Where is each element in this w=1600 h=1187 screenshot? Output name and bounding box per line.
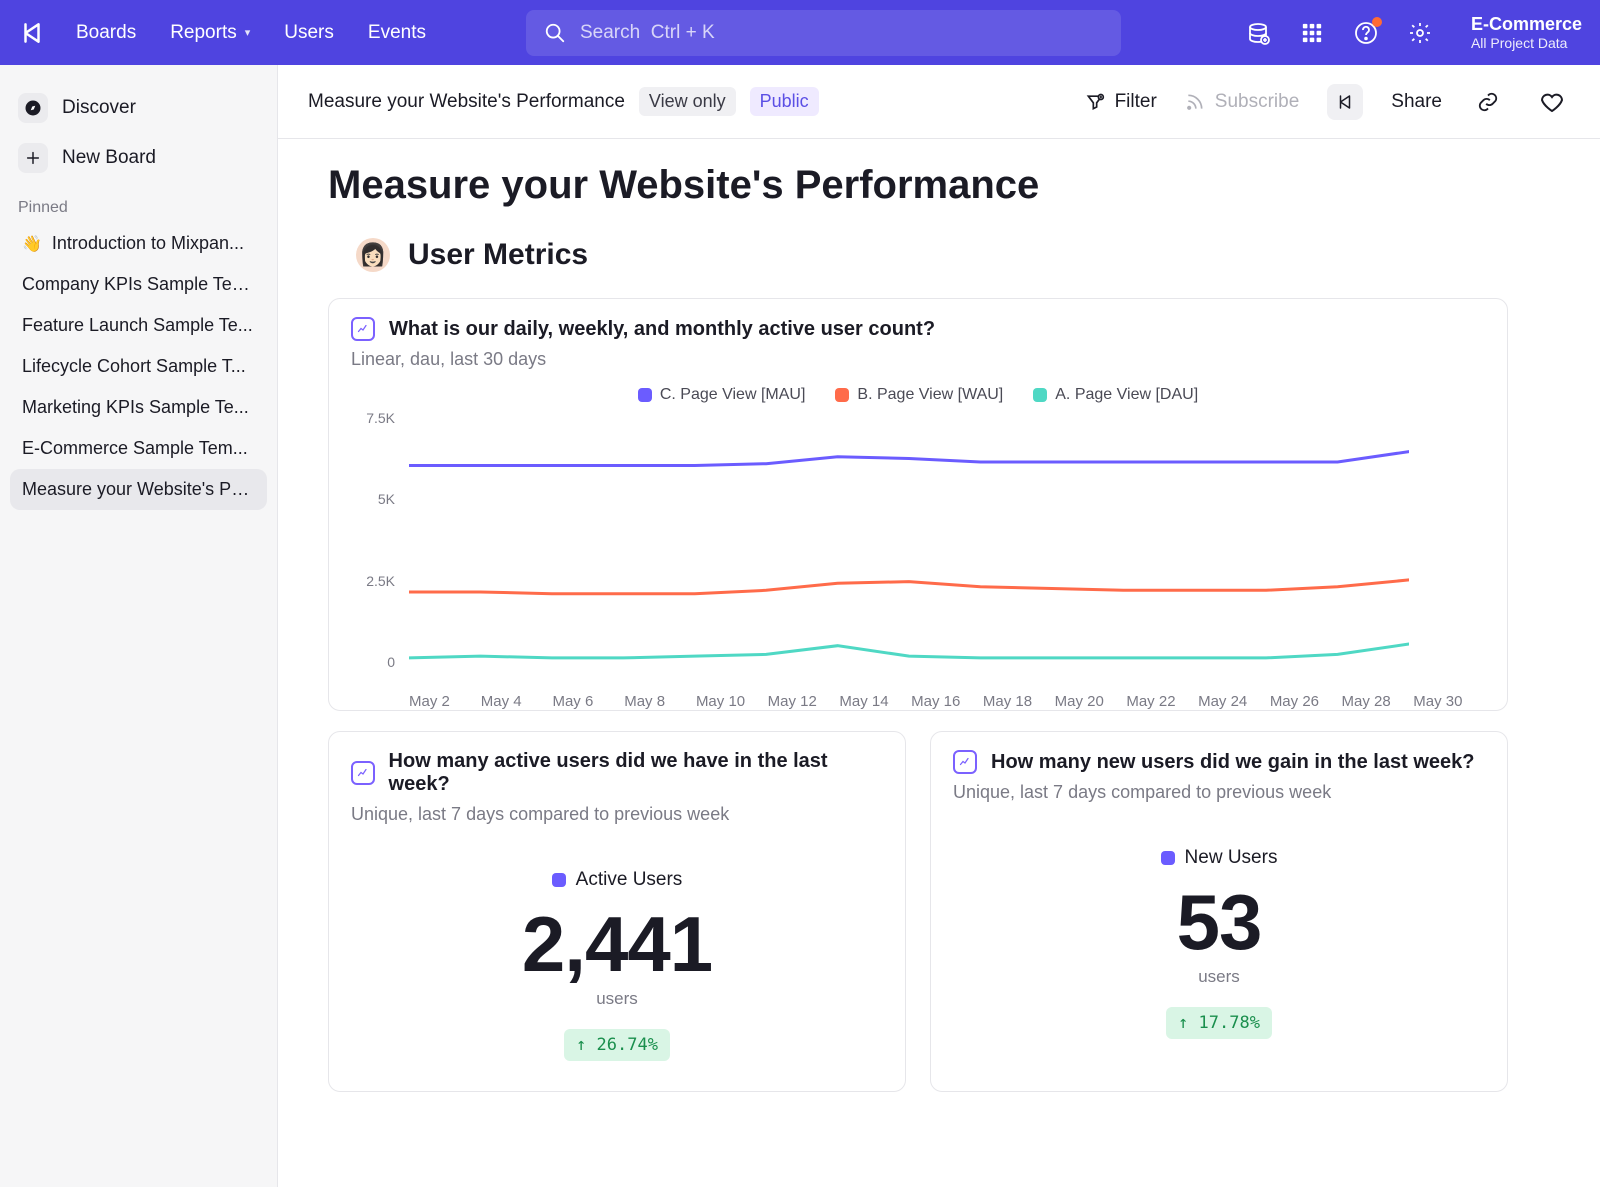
nav-links: Boards Reports ▾ Users Events (76, 22, 426, 44)
sidebar-item[interactable]: Measure your Website's Pe... (10, 469, 267, 510)
subscribe-label: Subscribe (1215, 91, 1300, 113)
search-icon (544, 22, 566, 44)
sidebar-item[interactable]: 👋Introduction to Mixpan... (10, 223, 267, 264)
nav-reports[interactable]: Reports ▾ (170, 22, 250, 44)
pinned-header: Pinned (10, 183, 267, 223)
chart-area: 7.5K5K2.5K0 May 2May 4May 6May 8May 10Ma… (329, 410, 1507, 710)
wave-icon: 👋 (22, 234, 42, 254)
top-nav: Boards Reports ▾ Users Events E-Commerce… (0, 0, 1600, 65)
legend-swatch (1033, 388, 1047, 402)
rss-icon (1185, 92, 1205, 112)
favorite-button[interactable] (1534, 84, 1570, 120)
link-icon (1477, 91, 1499, 113)
line-plot (409, 410, 1409, 670)
card-active-users-chart[interactable]: What is our daily, weekly, and monthly a… (328, 298, 1508, 711)
metric-value: 53 (941, 883, 1497, 961)
chart-icon (953, 750, 977, 774)
chart-icon (351, 761, 375, 785)
section-title: User Metrics (408, 238, 588, 272)
public-badge[interactable]: Public (750, 87, 819, 116)
card-title: How many new users did we gain in the la… (991, 751, 1474, 774)
y-axis-labels: 7.5K5K2.5K0 (343, 410, 395, 670)
project-name: E-Commerce (1471, 14, 1582, 35)
legend-label: A. Page View [DAU] (1055, 386, 1198, 404)
database-icon[interactable] (1245, 20, 1271, 46)
filter-icon (1085, 92, 1105, 112)
sidebar-item[interactable]: Marketing KPIs Sample Te... (10, 387, 267, 428)
search-bar[interactable] (526, 10, 1121, 56)
apps-grid-icon[interactable] (1299, 20, 1325, 46)
breadcrumb-title: Measure your Website's Performance (308, 91, 625, 113)
metric-label-text: Active Users (576, 869, 683, 891)
share-label: Share (1391, 91, 1442, 113)
logo-chip-button[interactable] (1327, 84, 1363, 120)
main-area: Measure your Website's Performance View … (278, 65, 1600, 1187)
card-title: How many active users did we have in the… (389, 750, 883, 796)
content: Measure your Website's Performance 👩🏻 Us… (278, 139, 1558, 1172)
card-new-users-metric[interactable]: How many new users did we gain in the la… (930, 731, 1508, 1092)
card-subtitle: Unique, last 7 days compared to previous… (351, 804, 883, 825)
legend-swatch (1161, 851, 1175, 865)
metric-value: 2,441 (339, 905, 895, 983)
share-button[interactable]: Share (1391, 91, 1442, 113)
sidebar: Discover New Board Pinned 👋Introduction … (0, 65, 278, 1187)
section-header: 👩🏻 User Metrics (356, 238, 1508, 272)
legend-label: C. Page View [MAU] (660, 386, 806, 404)
sidebar-new-board[interactable]: New Board (10, 133, 267, 183)
page-bar: Measure your Website's Performance View … (278, 65, 1600, 139)
plus-icon (18, 143, 48, 173)
legend-item[interactable]: A. Page View [DAU] (1033, 386, 1198, 404)
legend-swatch (552, 873, 566, 887)
heart-icon (1540, 90, 1564, 114)
sidebar-item[interactable]: Company KPIs Sample Tem... (10, 264, 267, 305)
legend-item[interactable]: B. Page View [WAU] (835, 386, 1003, 404)
project-selector[interactable]: E-Commerce All Project Data (1471, 14, 1582, 51)
card-active-users-metric[interactable]: How many active users did we have in the… (328, 731, 906, 1092)
section-avatar-icon: 👩🏻 (356, 238, 390, 272)
settings-icon[interactable] (1407, 20, 1433, 46)
view-only-badge: View only (639, 87, 736, 116)
page-title: Measure your Website's Performance (328, 163, 1508, 208)
nav-users[interactable]: Users (284, 22, 334, 44)
metric-label-text: New Users (1185, 847, 1278, 869)
card-subtitle: Linear, dau, last 30 days (351, 349, 1485, 370)
subscribe-button[interactable]: Subscribe (1185, 91, 1300, 113)
notification-dot (1372, 17, 1382, 27)
search-input[interactable] (580, 22, 1103, 44)
nav-reports-label: Reports (170, 22, 237, 44)
legend-swatch (638, 388, 652, 402)
x-axis-labels: May 2May 4May 6May 8May 10May 12May 14Ma… (409, 693, 1485, 710)
metric-unit: users (339, 989, 895, 1009)
nav-events[interactable]: Events (368, 22, 426, 44)
chart-legend: C. Page View [MAU] B. Page View [WAU] A. P… (329, 374, 1507, 410)
filter-label: Filter (1115, 91, 1157, 113)
top-icons (1245, 20, 1433, 46)
chevron-down-icon: ▾ (245, 26, 251, 39)
card-subtitle: Unique, last 7 days compared to previous… (953, 782, 1485, 803)
metric-delta: ↑ 17.78% (1166, 1007, 1272, 1039)
card-title: What is our daily, weekly, and monthly a… (389, 318, 935, 341)
app-logo[interactable] (18, 19, 46, 47)
sidebar-discover[interactable]: Discover (10, 83, 267, 133)
metric-unit: users (941, 967, 1497, 987)
filter-button[interactable]: Filter (1085, 91, 1157, 113)
pinned-list: 👋Introduction to Mixpan...Company KPIs S… (10, 223, 267, 510)
legend-label: B. Page View [WAU] (857, 386, 1003, 404)
nav-boards[interactable]: Boards (76, 22, 136, 44)
metric-label: Active Users (552, 869, 683, 891)
metric-delta: ↑ 26.74% (564, 1029, 670, 1061)
legend-swatch (835, 388, 849, 402)
project-scope: All Project Data (1471, 35, 1582, 51)
sidebar-item[interactable]: Lifecycle Cohort Sample T... (10, 346, 267, 387)
link-button[interactable] (1470, 84, 1506, 120)
legend-item[interactable]: C. Page View [MAU] (638, 386, 806, 404)
metric-label: New Users (1161, 847, 1278, 869)
help-icon[interactable] (1353, 20, 1379, 46)
sidebar-item[interactable]: Feature Launch Sample Te... (10, 305, 267, 346)
compass-icon (18, 93, 48, 123)
sidebar-newboard-label: New Board (62, 147, 156, 169)
sidebar-item[interactable]: E-Commerce Sample Tem... (10, 428, 267, 469)
chart-icon (351, 317, 375, 341)
sidebar-discover-label: Discover (62, 97, 136, 119)
